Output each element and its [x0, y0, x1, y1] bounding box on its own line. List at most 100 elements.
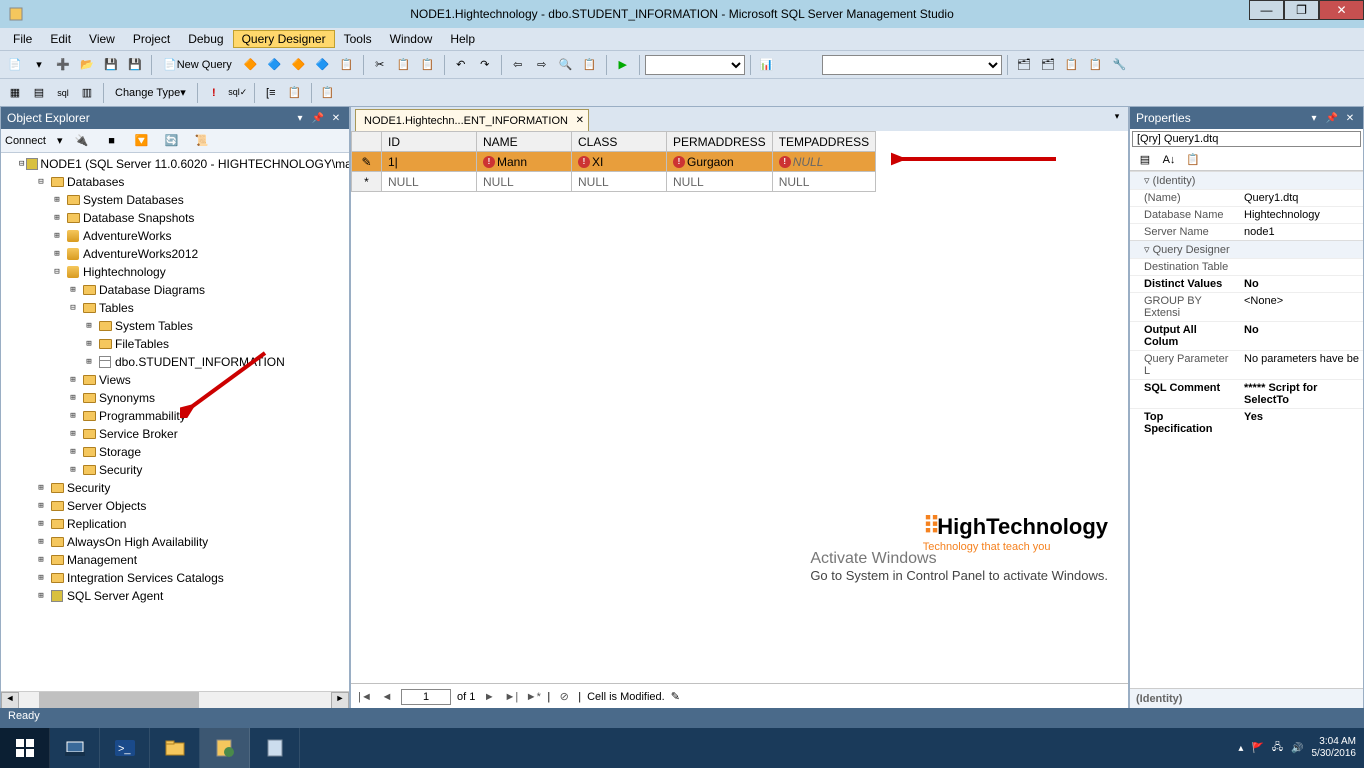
expander-icon[interactable]: ⊞: [67, 429, 79, 439]
stop-icon[interactable]: ■: [101, 130, 123, 152]
redo-icon[interactable]: ↷: [474, 54, 496, 76]
refresh-icon[interactable]: 🔄: [161, 130, 183, 152]
new-query-button[interactable]: 📄 New Query: [157, 54, 238, 76]
grid-cell[interactable]: !NULL: [772, 152, 875, 172]
task-explorer[interactable]: [150, 728, 200, 768]
panel-close-icon[interactable]: ✕: [1343, 113, 1357, 124]
tab-overflow-icon[interactable]: ▾: [1110, 111, 1124, 125]
property-value[interactable]: Query1.dtq: [1240, 190, 1363, 206]
analysis-icon[interactable]: 🔷: [264, 54, 286, 76]
tree-node[interactable]: ⊞AdventureWorks2012: [3, 245, 347, 263]
show-criteria-icon[interactable]: ▤: [28, 82, 50, 104]
activity-icon[interactable]: 📊: [756, 54, 778, 76]
undo-icon[interactable]: ↶: [450, 54, 472, 76]
tray-flag-icon[interactable]: 🚩: [1251, 743, 1263, 754]
tree-node[interactable]: ⊞FileTables: [3, 335, 347, 353]
tree-node[interactable]: ⊞Replication: [3, 515, 347, 533]
nav-next-icon[interactable]: ►: [481, 691, 497, 703]
panel-dropdown-icon[interactable]: ▾: [1307, 113, 1321, 124]
xmla-icon[interactable]: 📋: [336, 54, 358, 76]
property-pages-icon[interactable]: 📋: [1182, 149, 1204, 171]
find-icon[interactable]: 🔍: [555, 54, 577, 76]
tray-network-icon[interactable]: 🖧: [1272, 740, 1283, 757]
show-sql-icon[interactable]: sql: [52, 82, 74, 104]
property-row[interactable]: Server Namenode1: [1130, 223, 1363, 240]
property-row[interactable]: Database NameHightechnology: [1130, 206, 1363, 223]
copy-icon[interactable]: 📋: [393, 54, 415, 76]
expander-icon[interactable]: ⊟: [67, 303, 79, 313]
menu-view[interactable]: View: [80, 30, 124, 48]
expander-icon[interactable]: ⊟: [35, 177, 47, 187]
add-derived-icon[interactable]: 📋: [317, 82, 339, 104]
grid-cell[interactable]: !Gurgaon: [667, 152, 773, 172]
property-value[interactable]: No: [1240, 276, 1363, 292]
property-value[interactable]: No parameters have be: [1240, 351, 1363, 379]
save-icon[interactable]: 💾: [100, 54, 122, 76]
menu-debug[interactable]: Debug: [179, 30, 232, 48]
tree-node[interactable]: ⊞Service Broker: [3, 425, 347, 443]
tree-node[interactable]: ⊞SQL Server Agent: [3, 587, 347, 605]
tree-node[interactable]: ⊟Databases: [3, 173, 347, 191]
expander-icon[interactable]: ⊞: [35, 573, 47, 583]
property-category[interactable]: ▿ Query Designer: [1130, 240, 1363, 258]
expander-icon[interactable]: ⊞: [51, 249, 63, 259]
connect-button[interactable]: Connect ▾: [5, 134, 63, 147]
grid-cell[interactable]: 1|: [382, 152, 477, 172]
tree-node[interactable]: ⊞Synonyms: [3, 389, 347, 407]
menu-project[interactable]: Project: [124, 30, 179, 48]
task-powershell[interactable]: >_: [100, 728, 150, 768]
property-value[interactable]: [1240, 259, 1363, 275]
maximize-button[interactable]: ❐: [1284, 0, 1319, 20]
property-value[interactable]: Hightechnology: [1240, 207, 1363, 223]
tray-up-icon[interactable]: ▴: [1238, 743, 1243, 754]
property-value[interactable]: No: [1240, 322, 1363, 350]
grid-cell[interactable]: NULL: [477, 172, 572, 192]
column-header[interactable]: TEMPADDRESS: [772, 132, 875, 152]
tree-node[interactable]: ⊞System Tables: [3, 317, 347, 335]
object-explorer-icon[interactable]: 🗂: [1037, 54, 1059, 76]
expander-icon[interactable]: ⊟: [51, 267, 63, 277]
solution-config-combo[interactable]: [645, 55, 745, 75]
db-engine-icon[interactable]: 🔶: [240, 54, 262, 76]
property-row[interactable]: Destination Table: [1130, 258, 1363, 275]
tab-close-icon[interactable]: ✕: [576, 115, 584, 126]
menu-window[interactable]: Window: [381, 30, 442, 48]
toolbox-icon[interactable]: 🔧: [1109, 54, 1131, 76]
expander-icon[interactable]: ⊞: [67, 447, 79, 457]
tree-node[interactable]: ⊞Database Snapshots: [3, 209, 347, 227]
dmx-icon[interactable]: 🔷: [312, 54, 334, 76]
expander-icon[interactable]: ⊞: [35, 555, 47, 565]
new-project-icon[interactable]: 📄: [4, 54, 26, 76]
table-row[interactable]: *NULLNULLNULLNULLNULL: [352, 172, 876, 192]
nav-position-input[interactable]: [401, 689, 451, 705]
nav-prev-icon[interactable]: ◄: [379, 691, 395, 703]
expander-icon[interactable]: ⊞: [51, 231, 63, 241]
open-icon[interactable]: ▾: [28, 54, 50, 76]
mdx-icon[interactable]: 🔶: [288, 54, 310, 76]
task-server-manager[interactable]: [50, 728, 100, 768]
verify-sql-icon[interactable]: sql✓: [227, 82, 249, 104]
grid-cell[interactable]: !Mann: [477, 152, 572, 172]
filter-icon[interactable]: 🔽: [131, 130, 153, 152]
tree-node[interactable]: ⊞Programmability: [3, 407, 347, 425]
nav-stop-icon[interactable]: ⊘: [556, 690, 572, 703]
add-table-icon[interactable]: 📋: [284, 82, 306, 104]
categorized-icon[interactable]: ▤: [1134, 149, 1156, 171]
tree-node[interactable]: ⊞Security: [3, 479, 347, 497]
minimize-button[interactable]: —: [1249, 0, 1284, 20]
menu-edit[interactable]: Edit: [41, 30, 80, 48]
expander-icon[interactable]: ⊞: [83, 339, 95, 349]
close-button[interactable]: ✕: [1319, 0, 1364, 20]
expander-icon[interactable]: ⊞: [35, 591, 47, 601]
property-row[interactable]: Distinct ValuesNo: [1130, 275, 1363, 292]
menu-query-designer[interactable]: Query Designer: [233, 30, 335, 48]
property-row[interactable]: Top SpecificationYes: [1130, 408, 1363, 437]
properties-object-selector[interactable]: [Qry] Query1.dtq: [1132, 131, 1361, 147]
pin-icon[interactable]: 📌: [311, 113, 325, 124]
expander-icon[interactable]: ⊞: [35, 483, 47, 493]
paste-icon[interactable]: 📋: [417, 54, 439, 76]
tree-node[interactable]: ⊟NODE1 (SQL Server 11.0.6020 - HIGHTECHN…: [3, 155, 347, 173]
show-diagram-icon[interactable]: ▦: [4, 82, 26, 104]
expander-icon[interactable]: ⊟: [19, 159, 24, 169]
property-row[interactable]: Output All ColumNo: [1130, 321, 1363, 350]
